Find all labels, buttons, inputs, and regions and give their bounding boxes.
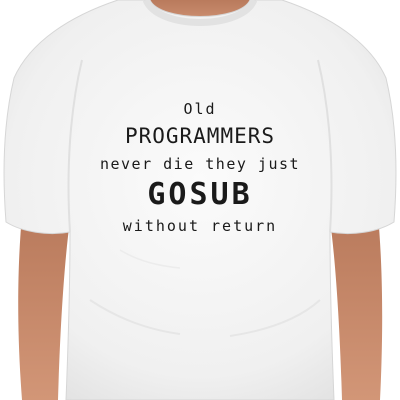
print-line-3: never die they just — [99, 155, 301, 173]
print-line-1: Old — [183, 100, 217, 118]
left-arm — [18, 215, 70, 400]
shirt-print: Old PROGRAMMERS never die they just GOSU… — [60, 92, 340, 234]
print-line-5: without return — [122, 217, 278, 235]
print-line-2: PROGRAMMERS — [124, 124, 276, 148]
right-arm — [330, 215, 383, 400]
print-line-4: GOSUB — [147, 177, 253, 212]
tshirt-photo: Old PROGRAMMERS never die they just GOSU… — [0, 0, 400, 400]
